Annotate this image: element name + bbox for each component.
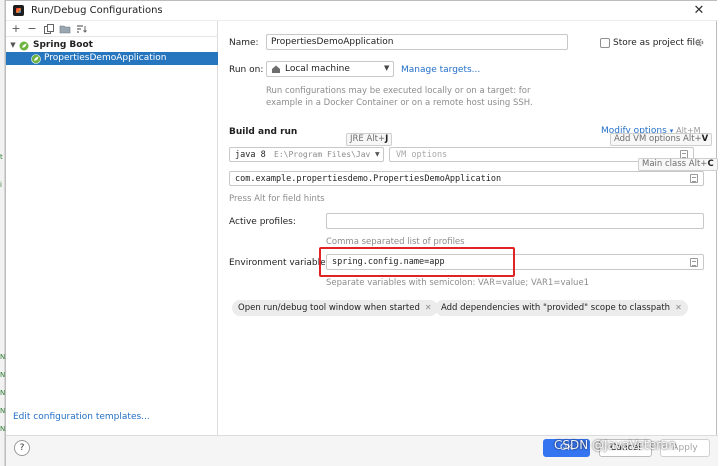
- vm-options-shortcut-tooltip: Add VM options Alt+V: [610, 133, 713, 146]
- field-hints-text: Press Alt for field hints: [229, 194, 325, 204]
- sort-icon[interactable]: [75, 23, 87, 35]
- build-and-run-section-title: Build and run: [229, 127, 298, 137]
- configurations-sidebar: + − ▼ Spring Boot PropertiesDemoApplicat…: [6, 21, 218, 435]
- background-text-fragment: i: [0, 181, 2, 189]
- main-class-tooltip-text: Main class Alt+: [642, 159, 708, 169]
- active-profiles-input[interactable]: [326, 213, 704, 229]
- jre-selector[interactable]: java 8 E:\Program Files\Jav ▼: [229, 147, 384, 162]
- jre-path: E:\Program Files\Jav: [274, 150, 371, 159]
- run-on-value: Local machine: [285, 64, 350, 74]
- jre-tooltip-text: JRE Alt+: [350, 134, 386, 144]
- option-chip-provided-scope[interactable]: Add dependencies with "provided" scope t…: [435, 300, 688, 316]
- spring-boot-icon: [19, 41, 29, 51]
- run-on-description-line-1: Run configurations may be executed local…: [266, 86, 531, 96]
- close-icon[interactable]: ✕: [691, 3, 707, 19]
- option-chip-label: Open run/debug tool window when started: [238, 303, 420, 313]
- run-on-dropdown[interactable]: Local machine ▼: [266, 61, 394, 77]
- folder-icon[interactable]: [59, 23, 71, 35]
- store-as-project-file-label: Store as project file: [613, 38, 701, 48]
- tree-item-properties-demo-application[interactable]: PropertiesDemoApplication: [6, 52, 218, 65]
- run-on-label: Run on:: [229, 65, 264, 75]
- background-text-fragment: N: [0, 425, 6, 433]
- edit-configuration-templates-link[interactable]: Edit configuration templates...: [13, 412, 150, 422]
- main-class-value: com.example.propertiesdemo.PropertiesDem…: [235, 174, 502, 184]
- jre-tooltip-key: J: [385, 134, 389, 144]
- close-icon[interactable]: ✕: [675, 303, 682, 312]
- name-input[interactable]: PropertiesDemoApplication: [266, 34, 568, 50]
- jre-version: java 8: [235, 150, 266, 160]
- tree-group-label: Spring Boot: [33, 40, 93, 50]
- name-label: Name:: [229, 38, 259, 48]
- copy-configuration-icon[interactable]: [43, 23, 55, 35]
- background-text-fragment: N: [0, 371, 6, 379]
- intellij-app-icon: [13, 5, 24, 16]
- active-profiles-hint: Comma separated list of profiles: [326, 237, 465, 247]
- background-text-fragment: N: [0, 407, 6, 415]
- manage-targets-link[interactable]: Manage targets...: [401, 65, 480, 75]
- store-as-project-file-checkbox[interactable]: [600, 38, 610, 48]
- gear-icon[interactable]: [694, 37, 705, 48]
- help-button[interactable]: ?: [14, 440, 30, 456]
- tree-item-label: PropertiesDemoApplication: [44, 53, 167, 63]
- vm-tooltip-key: V: [701, 134, 709, 144]
- highlight-annotation-box: [319, 247, 515, 277]
- add-configuration-button[interactable]: +: [10, 23, 22, 35]
- active-profiles-label: Active profiles:: [229, 217, 296, 227]
- main-class-input[interactable]: com.example.propertiesdemo.PropertiesDem…: [229, 171, 704, 186]
- title-bar[interactable]: Run/Debug Configurations ✕: [6, 1, 718, 21]
- sidebar-toolbar: + −: [6, 21, 218, 37]
- vm-tooltip-text: Add VM options Alt+: [614, 134, 702, 144]
- chevron-down-icon[interactable]: ▼: [9, 39, 17, 51]
- background-text-fragment: t: [0, 153, 3, 161]
- option-chip-label: Add dependencies with "provided" scope t…: [441, 303, 671, 313]
- home-icon: [271, 64, 281, 74]
- environment-variables-hint: Separate variables with semicolon: VAR=v…: [326, 278, 590, 288]
- option-chip-open-tool-window[interactable]: Open run/debug tool window when started ✕: [232, 300, 438, 316]
- jre-shortcut-tooltip: JRE Alt+J: [346, 133, 393, 146]
- environment-variables-label: Environment variables:: [229, 258, 334, 268]
- chevron-down-icon: ▼: [384, 64, 390, 72]
- csdn-watermark: CSDN @JavaVeteran: [554, 438, 677, 452]
- window-title: Run/Debug Configurations: [31, 5, 163, 16]
- remove-configuration-button[interactable]: −: [26, 23, 38, 35]
- background-text-fragment: N: [0, 389, 6, 397]
- main-class-tooltip-key: C: [707, 159, 714, 169]
- browse-class-icon[interactable]: [690, 174, 698, 183]
- background-text-fragment: N: [0, 353, 6, 361]
- close-icon[interactable]: ✕: [425, 303, 432, 312]
- edit-environment-variables-icon[interactable]: [690, 258, 698, 267]
- chevron-down-icon: ▼: [375, 151, 380, 158]
- run-on-description-line-2: example in a Docker Container or on a re…: [266, 98, 533, 108]
- tree-group-spring-boot[interactable]: ▼ Spring Boot: [6, 39, 218, 52]
- name-input-value: PropertiesDemoApplication: [271, 37, 394, 47]
- spring-boot-run-icon: [31, 54, 41, 64]
- vm-options-placeholder: VM options: [396, 150, 448, 160]
- main-class-shortcut-tooltip: Main class Alt+C: [638, 158, 718, 171]
- run-debug-configurations-dialog: Run/Debug Configurations ✕ + − ▼ Spring …: [5, 0, 718, 466]
